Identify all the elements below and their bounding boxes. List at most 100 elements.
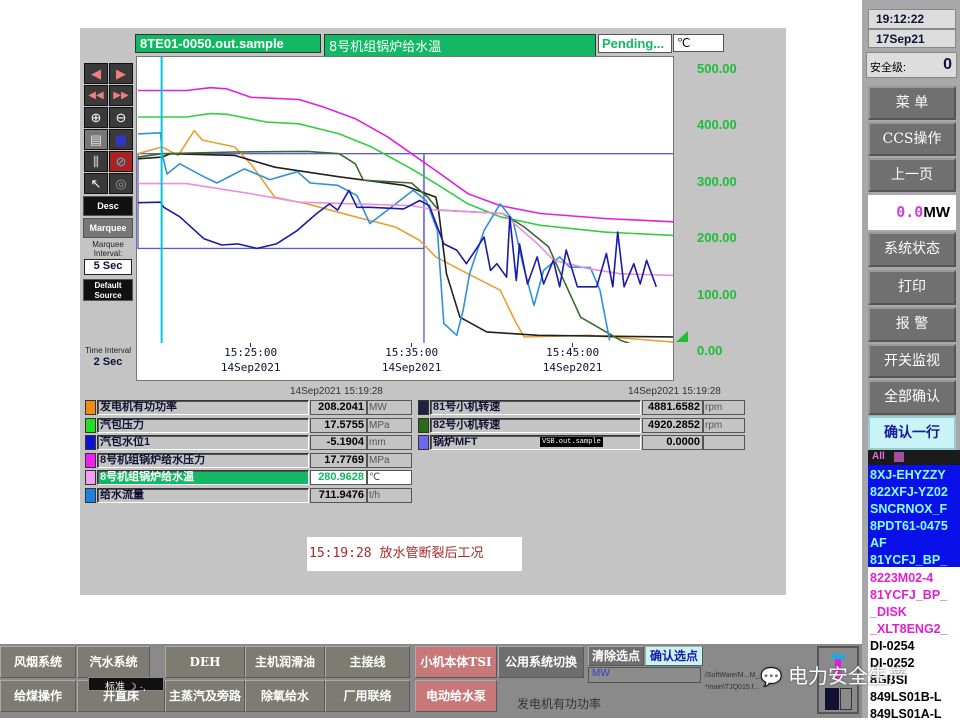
power-value: 0.0 bbox=[896, 203, 924, 221]
trend-chart[interactable] bbox=[136, 56, 674, 344]
point-label[interactable]: 82号小机转速 bbox=[430, 417, 641, 433]
nav-button[interactable]: 主机润滑油 bbox=[245, 646, 325, 678]
nav-button[interactable]: 除氧给水 bbox=[245, 680, 325, 712]
point-label[interactable]: 汽包水位1 bbox=[97, 435, 309, 450]
timestamp-right: 14Sep2021 15:19:28 bbox=[628, 386, 721, 397]
color-swatch bbox=[418, 435, 429, 450]
alarm-item[interactable]: _DISK bbox=[870, 605, 960, 620]
point-unit bbox=[703, 435, 745, 450]
filter-icon[interactable] bbox=[894, 452, 904, 462]
point-label[interactable]: 锅炉MFT bbox=[430, 435, 641, 450]
alarm-item[interactable]: 81YCFJ_BP_ bbox=[870, 553, 960, 568]
zoom-in-icon[interactable]: ⊕ bbox=[84, 107, 108, 128]
color-swatch bbox=[85, 487, 96, 503]
alarm-item[interactable]: SNCRNOX_F bbox=[870, 502, 960, 517]
color-swatch bbox=[85, 435, 96, 450]
nav-button[interactable]: 厂用联络 bbox=[325, 680, 410, 712]
switch-monitor-button[interactable]: 开关监视 bbox=[868, 344, 956, 378]
alarm-item[interactable]: 8XJ-EHYZZY bbox=[870, 468, 960, 483]
ime-toolbar[interactable]: 标准 ☽ ·, bbox=[88, 677, 164, 693]
alarm-item[interactable]: 81YCFJ_BP_ bbox=[870, 588, 960, 603]
mw-input[interactable]: MW bbox=[588, 667, 701, 683]
alarm-item[interactable]: DI-0254 bbox=[870, 639, 960, 654]
point-label[interactable]: 发电机有功功率 bbox=[97, 400, 309, 415]
marquee-interval-field[interactable]: 5 Sec bbox=[84, 259, 132, 275]
color-swatch bbox=[85, 470, 96, 485]
status-text: 发电机有功功率 bbox=[517, 697, 602, 711]
nav-button[interactable]: 给煤操作 bbox=[0, 680, 76, 712]
point-label[interactable]: 汽包压力 bbox=[97, 417, 309, 433]
color-swatch bbox=[85, 452, 96, 468]
point-label[interactable]: 8号机组锅炉给水压力 bbox=[97, 452, 309, 468]
filter-all[interactable]: All bbox=[872, 451, 885, 462]
confirm-points-button[interactable]: 确认选点 bbox=[645, 646, 703, 666]
print-button[interactable]: 打印 bbox=[868, 270, 956, 305]
nav-button[interactable]: DEH bbox=[165, 646, 245, 678]
alarm-item[interactable]: 849LS01A-L bbox=[870, 707, 960, 722]
acknowledge-all-button[interactable]: 全部确认 bbox=[868, 380, 956, 415]
nav-button[interactable]: 汽水系统 bbox=[77, 646, 150, 678]
point-label[interactable]: 8号机组锅炉给水温 bbox=[97, 470, 309, 485]
path-text-2: *main\TJQ015.f... bbox=[705, 684, 760, 691]
nav-button[interactable]: 小机本体TSI bbox=[415, 646, 497, 678]
point-unit: rpm bbox=[703, 400, 745, 415]
alarm-button[interactable]: 报 警 bbox=[868, 307, 956, 342]
clock-date: 17Sep21 bbox=[868, 29, 956, 48]
fast-forward-icon[interactable]: ▶▶ bbox=[109, 85, 133, 106]
acknowledge-row-button[interactable]: 确认一行 bbox=[868, 416, 956, 450]
series-line bbox=[137, 152, 673, 338]
alarm-item[interactable]: 849LS01B-L bbox=[870, 690, 960, 705]
x-tick-label: 15:45:00 14Sep2021 bbox=[543, 345, 603, 375]
tag-name-field[interactable]: 8TE01-0050.out.sample bbox=[135, 34, 321, 53]
time-axis: 15:25:00 14Sep2021 15:35:00 14Sep2021 15:45:… bbox=[136, 343, 674, 381]
point-value: 17.5755 bbox=[310, 417, 367, 433]
alarm-item[interactable]: 8PDT61-0475 bbox=[870, 519, 960, 534]
point-unit: MW bbox=[367, 400, 412, 415]
power-display: 0.0MW bbox=[868, 195, 956, 230]
pointer-icon[interactable]: ↖ bbox=[84, 173, 108, 194]
series-line bbox=[137, 129, 673, 343]
trend-icon[interactable]: ⫼ bbox=[84, 151, 108, 172]
alarm-item[interactable]: AF bbox=[870, 536, 960, 551]
nav-button[interactable]: 电动给水泵 bbox=[415, 680, 497, 712]
no-icon[interactable]: ⊘ bbox=[109, 151, 133, 172]
x-tick-label: 15:35:00 14Sep2021 bbox=[382, 345, 442, 375]
target-icon[interactable]: ◎ bbox=[109, 173, 133, 194]
table-icon[interactable]: ▦ bbox=[109, 129, 133, 150]
scale-marker-icon[interactable] bbox=[676, 331, 688, 342]
nav-button[interactable]: 风烟系统 bbox=[0, 646, 76, 678]
point-label[interactable]: 81号小机转速 bbox=[430, 400, 641, 415]
menu-button[interactable]: 菜 单 bbox=[868, 86, 956, 120]
ccs-operation-button[interactable]: CCS操作 bbox=[868, 122, 956, 156]
alarm-item[interactable]: 8223M02-4 bbox=[870, 571, 960, 586]
arrow-right-icon[interactable]: ▶ bbox=[109, 63, 133, 84]
default-source-button[interactable]: Default Source bbox=[83, 279, 133, 301]
zoom-out-icon[interactable]: ⊖ bbox=[109, 107, 133, 128]
time-interval-value[interactable]: 2 Sec bbox=[83, 356, 133, 368]
point-label[interactable]: 给水流量 bbox=[97, 487, 309, 503]
tag-description: 8号机组锅炉给水温 bbox=[324, 34, 596, 57]
point-value: 711.9476 bbox=[310, 487, 367, 503]
nav-button[interactable]: 主蒸汽及旁路 bbox=[165, 680, 245, 712]
y-tick-label: 200.00 bbox=[697, 230, 737, 246]
path-text-1: /SoftWare/M...M_ bbox=[705, 672, 760, 679]
alarm-item[interactable]: _XLT8ENG2_ bbox=[870, 622, 960, 637]
x-tick-label: 15:25:00 14Sep2021 bbox=[221, 345, 281, 375]
ime-label: 标准 bbox=[105, 682, 125, 693]
clear-points-button[interactable]: 清除选点 bbox=[588, 646, 644, 666]
marquee-button[interactable]: Marquee bbox=[83, 218, 133, 238]
security-level: 0 bbox=[943, 56, 952, 73]
nav-button[interactable]: 主接线 bbox=[325, 646, 410, 678]
previous-page-button[interactable]: 上一页 bbox=[868, 158, 956, 192]
nav-button[interactable]: 公用系统切换 bbox=[498, 646, 584, 678]
fast-rewind-icon[interactable]: ◀◀ bbox=[84, 85, 108, 106]
timestamp-left: 14Sep2021 15:19:28 bbox=[290, 386, 383, 397]
arrow-left-icon[interactable]: ◀ bbox=[84, 63, 108, 84]
system-status-button[interactable]: 系统状态 bbox=[868, 232, 956, 267]
window-icon[interactable]: ▤ bbox=[84, 129, 108, 150]
alarm-item[interactable]: 822XFJ-YZ02 bbox=[870, 485, 960, 500]
marquee-interval-label: Marquee Interval: bbox=[92, 240, 124, 258]
power-unit: MW bbox=[923, 204, 950, 221]
point-unit: MPa bbox=[367, 417, 412, 433]
desc-button[interactable]: Desc bbox=[83, 196, 133, 216]
